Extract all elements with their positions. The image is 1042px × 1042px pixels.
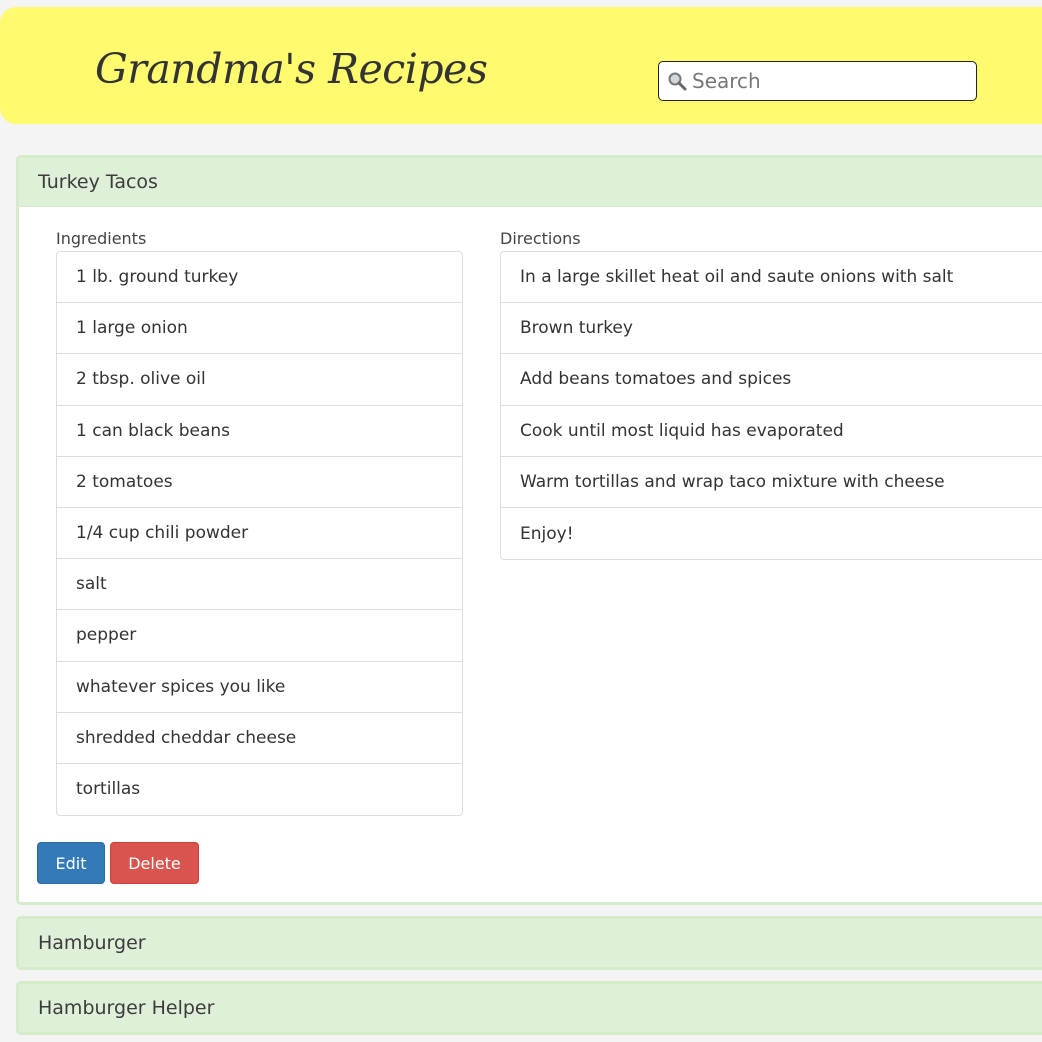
ingredient-item: shredded cheddar cheese — [57, 713, 462, 764]
search-icon — [668, 72, 687, 91]
direction-item: Brown turkey — [501, 303, 1042, 355]
ingredient-item: 1 can black beans — [57, 406, 462, 457]
delete-button[interactable]: Delete — [110, 842, 199, 884]
ingredients-list: 1 lb. ground turkey 1 large onion 2 tbsp… — [56, 251, 463, 817]
recipe-heading[interactable]: Hamburger — [19, 919, 1042, 967]
ingredient-item: salt — [57, 559, 462, 611]
ingredient-item: whatever spices you like — [57, 662, 462, 713]
app-title: Grandma's Recipes — [95, 45, 488, 93]
ingredient-item: 2 tomatoes — [57, 457, 462, 508]
direction-item: In a large skillet heat oil and saute on… — [501, 252, 1042, 304]
recipe-panel-turkey-tacos: Turkey Tacos Ingredients Directions 1 lb… — [16, 155, 1042, 905]
direction-item: Enjoy! — [520, 523, 574, 544]
ingredient-item: 1/4 cup chili powder — [57, 508, 462, 560]
ingredient-item: 2 tbsp. olive oil — [57, 354, 462, 406]
recipe-panel-hamburger: Hamburger — [16, 916, 1042, 970]
direction-item: Add beans tomatoes and spices — [501, 354, 1042, 406]
edit-button[interactable]: Edit — [37, 842, 105, 884]
search-box[interactable] — [658, 61, 977, 101]
recipe-panel-hamburger-helper: Hamburger Helper — [16, 981, 1042, 1035]
ingredient-item: 1 lb. ground turkey — [57, 252, 462, 304]
direction-item: Warm tortillas and wrap taco mixture wit… — [501, 457, 1042, 508]
ingredients-label: Ingredients — [56, 229, 147, 248]
direction-item: Cook until most liquid has evaporated — [501, 406, 1042, 457]
ingredient-item: tortillas — [76, 779, 141, 800]
app-header: Grandma's Recipes — [0, 7, 1042, 124]
ingredient-item: 1 large onion — [57, 303, 462, 355]
search-input[interactable] — [692, 69, 962, 93]
directions-label: Directions — [500, 229, 581, 248]
directions-list: In a large skillet heat oil and saute on… — [500, 251, 1042, 561]
recipe-heading[interactable]: Turkey Tacos — [19, 158, 1042, 206]
ingredient-item: pepper — [57, 610, 462, 662]
recipe-body: Ingredients Directions 1 lb. ground turk… — [19, 206, 1042, 902]
recipe-heading[interactable]: Hamburger Helper — [19, 984, 1042, 1032]
